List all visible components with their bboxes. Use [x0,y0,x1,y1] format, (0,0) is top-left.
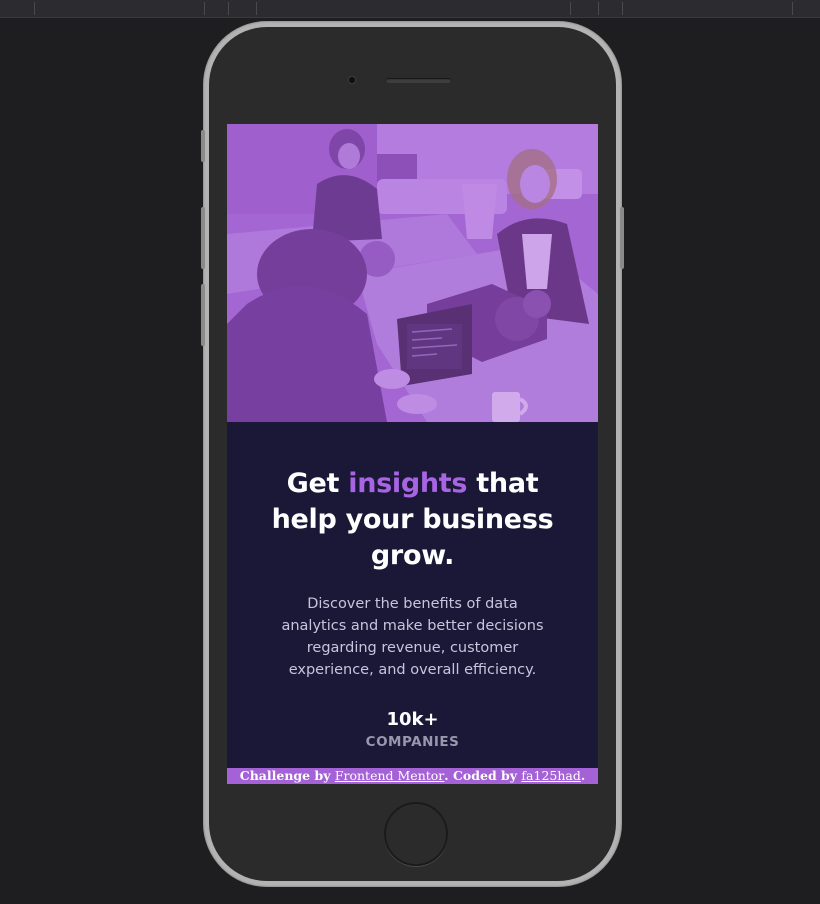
page-title: Get insights that help your business gro… [261,466,564,574]
author-link[interactable]: fa125had [521,768,580,783]
office-team-photo-icon [227,124,598,422]
toolbar-divider [228,2,229,15]
toolbar-divider [622,2,623,15]
headline-accent: insights [348,468,468,499]
attribution-middle: . Coded by [444,768,522,783]
attribution-bar: Challenge by Frontend Mentor. Coded by f… [227,768,598,784]
devtools-toolbar [0,0,820,18]
home-button[interactable] [384,802,448,866]
card-content: Get insights that help your business gro… [227,422,598,752]
earpiece-speaker [386,78,451,83]
frontend-mentor-link[interactable]: Frontend Mentor [335,768,444,783]
headline-part1: Get [286,468,349,499]
volume-down-button [201,284,205,346]
hero-image [227,124,598,422]
toolbar-divider [256,2,257,15]
description: Discover the benefits of data analytics … [281,596,544,678]
toolbar-divider [570,2,571,15]
stat-value-companies: 10k+ [386,709,439,730]
stats-preview-card: Get insights that help your business gro… [227,124,598,784]
attribution-prefix: Challenge by [239,768,335,783]
front-camera [349,77,355,83]
power-button [620,207,624,269]
toolbar-divider [204,2,205,15]
stat-label-companies: COMPANIES [365,734,460,750]
toolbar-divider [34,2,35,15]
attribution-suffix: . [580,768,586,783]
volume-up-button [201,207,205,269]
mute-switch [201,130,205,162]
toolbar-divider [792,2,793,15]
toolbar-divider [598,2,599,15]
